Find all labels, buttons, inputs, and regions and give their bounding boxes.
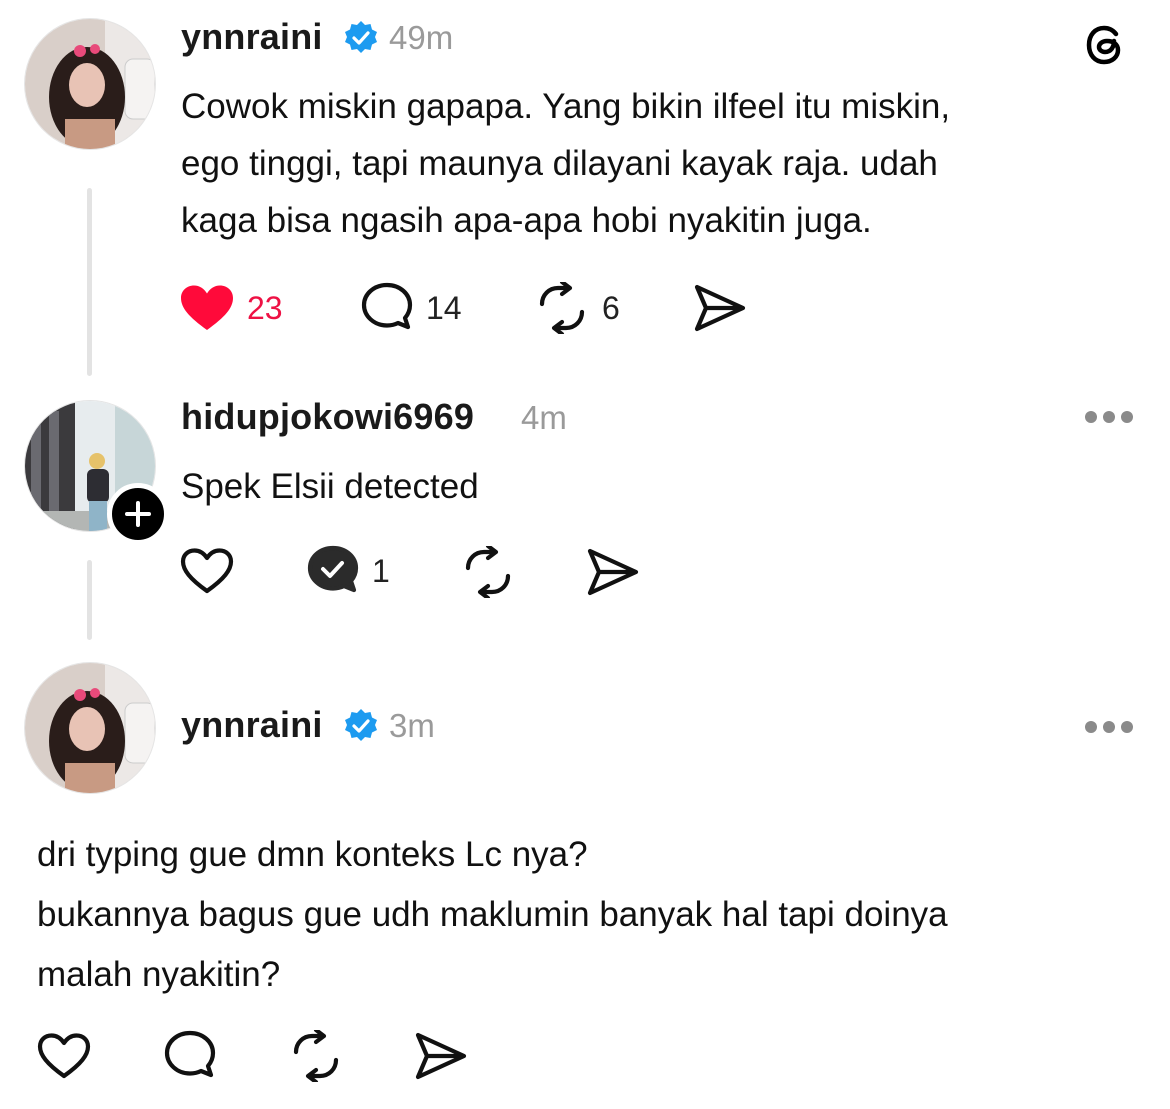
post-time: 3m bbox=[389, 707, 435, 744]
username[interactable]: ynnraini bbox=[181, 16, 323, 58]
like-button[interactable] bbox=[179, 547, 235, 595]
username[interactable]: ynnraini bbox=[181, 704, 323, 746]
plus-icon bbox=[125, 501, 151, 527]
repost-button[interactable] bbox=[460, 546, 516, 598]
post-text-line: bukannya bagus gue udh maklumin banyak h… bbox=[37, 895, 948, 934]
avatar[interactable] bbox=[24, 18, 156, 150]
heart-icon bbox=[180, 548, 234, 594]
more-options-icon[interactable] bbox=[1085, 411, 1133, 425]
reply-button[interactable]: 1 bbox=[306, 545, 390, 597]
share-button[interactable] bbox=[586, 547, 640, 597]
like-button[interactable]: 23 bbox=[179, 284, 283, 332]
share-button[interactable] bbox=[693, 283, 747, 333]
heart-icon bbox=[37, 1033, 91, 1079]
comment-icon bbox=[361, 282, 413, 330]
reply-button[interactable]: 14 bbox=[360, 282, 462, 334]
repost-icon bbox=[293, 1030, 339, 1082]
comment-icon bbox=[307, 545, 359, 593]
verified-badge-icon bbox=[342, 707, 380, 745]
post-text: Spek Elsii detected bbox=[181, 458, 1141, 515]
avatar[interactable] bbox=[24, 662, 156, 794]
post-text: dri typing gue dmn konteks Lc nya? bukan… bbox=[37, 825, 1147, 1005]
follow-button[interactable] bbox=[107, 483, 169, 545]
repost-icon bbox=[539, 282, 585, 334]
post-text-line: Cowok miskin gapapa. Yang bikin ilfeel i… bbox=[181, 87, 951, 126]
threads-logo-icon[interactable] bbox=[1082, 20, 1132, 70]
comment-icon bbox=[164, 1030, 216, 1078]
post-text: Cowok miskin gapapa. Yang bikin ilfeel i… bbox=[181, 78, 1141, 249]
reply-button[interactable] bbox=[163, 1030, 217, 1082]
send-icon bbox=[415, 1032, 467, 1080]
like-button[interactable] bbox=[36, 1032, 92, 1080]
post-text-line: Spek Elsii detected bbox=[181, 467, 479, 506]
thread-line bbox=[87, 560, 92, 640]
send-icon bbox=[694, 284, 746, 332]
reply-count: 14 bbox=[426, 289, 462, 326]
post-text-line: kaga bisa ngasih apa-apa hobi nyakitin j… bbox=[181, 201, 872, 240]
username[interactable]: hidupjokowi6969 bbox=[181, 396, 474, 438]
post-time: 4m bbox=[521, 399, 567, 436]
thread-line bbox=[87, 188, 92, 376]
post-text-line: dri typing gue dmn konteks Lc nya? bbox=[37, 835, 588, 874]
repost-button[interactable] bbox=[288, 1030, 344, 1082]
repost-count: 6 bbox=[602, 289, 620, 326]
share-button[interactable] bbox=[414, 1031, 468, 1081]
post-text-line: ego tinggi, tapi maunya dilayani kayak r… bbox=[181, 144, 938, 183]
like-count: 23 bbox=[247, 289, 283, 326]
more-options-icon[interactable] bbox=[1085, 721, 1133, 735]
heart-icon bbox=[181, 285, 233, 330]
send-icon bbox=[587, 548, 639, 596]
post-text-line: malah nyakitin? bbox=[37, 955, 281, 994]
reply-count: 1 bbox=[372, 552, 390, 589]
verified-badge-icon bbox=[342, 19, 380, 57]
post-time: 49m bbox=[389, 19, 454, 56]
repost-button[interactable]: 6 bbox=[534, 282, 620, 334]
repost-icon bbox=[465, 546, 511, 598]
